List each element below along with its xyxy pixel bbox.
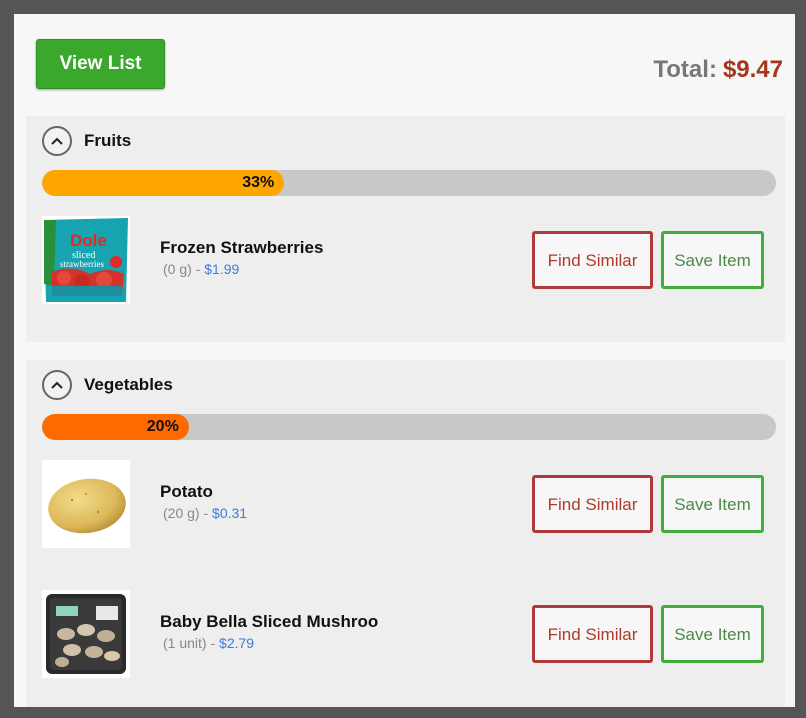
section-header-fruits[interactable]: Fruits: [42, 124, 131, 158]
item-qty: (0 g): [163, 261, 192, 277]
progress-fill: 33%: [42, 170, 285, 196]
find-similar-button[interactable]: Find Similar: [532, 231, 653, 289]
shopping-list-panel: View List Total: $9.47 Fruits 33% Dole s…: [14, 14, 795, 707]
list-item: Dole sliced strawberries Frozen Strawber…: [42, 216, 776, 306]
chevron-up-icon[interactable]: [42, 370, 72, 400]
progress-bar-vegetables: 20%: [42, 414, 776, 440]
section-title: Vegetables: [84, 375, 173, 394]
total-label: Total:: [653, 56, 717, 83]
save-item-button[interactable]: Save Item: [661, 605, 764, 663]
item-meta: (0 g) - $1.99: [163, 261, 239, 277]
total: Total: $9.47: [653, 56, 783, 84]
save-item-button[interactable]: Save Item: [661, 475, 764, 533]
item-name: Baby Bella Sliced Mushroo: [160, 612, 379, 631]
dole-logo-text: Dole: [70, 231, 107, 250]
item-qty: (1 unit): [163, 635, 207, 651]
progress-fill: 20%: [42, 414, 189, 440]
section-vegetables: Vegetables 20% Potato (20 g) - $0.31 Fin…: [26, 360, 785, 707]
item-meta: (20 g) - $0.31: [163, 505, 247, 521]
item-qty: (20 g): [163, 505, 200, 521]
section-fruits: Fruits 33% Dole sliced strawberries Froz…: [26, 116, 785, 342]
item-separator: -: [206, 635, 220, 651]
item-separator: -: [191, 261, 205, 277]
item-price: $0.31: [212, 505, 248, 521]
item-name: Potato: [160, 482, 213, 501]
item-meta: (1 unit) - $2.79: [163, 635, 254, 651]
list-item: Baby Bella Sliced Mushroo (1 unit) - $2.…: [42, 590, 776, 680]
save-item-button[interactable]: Save Item: [661, 231, 764, 289]
item-name: Frozen Strawberries: [160, 238, 324, 257]
progress-bar-fruits: 33%: [42, 170, 776, 196]
section-title: Fruits: [84, 131, 132, 150]
chevron-up-icon[interactable]: [42, 126, 72, 156]
item-price: $1.99: [204, 261, 240, 277]
find-similar-button[interactable]: Find Similar: [532, 605, 653, 663]
image-text-strawberries: strawberries: [60, 259, 104, 269]
list-item: Potato (20 g) - $0.31 Find Similar Save …: [42, 460, 776, 550]
item-price: $2.79: [219, 635, 255, 651]
total-amount: $9.47: [722, 56, 783, 83]
product-image-strawberries: Dole sliced strawberries: [42, 216, 130, 304]
find-similar-button[interactable]: Find Similar: [532, 475, 653, 533]
product-image-mushrooms: [42, 590, 130, 678]
view-list-button[interactable]: View List: [36, 39, 165, 89]
product-image-potato: [42, 460, 130, 548]
section-header-vegetables[interactable]: Vegetables: [42, 368, 173, 402]
item-separator: -: [199, 505, 213, 521]
